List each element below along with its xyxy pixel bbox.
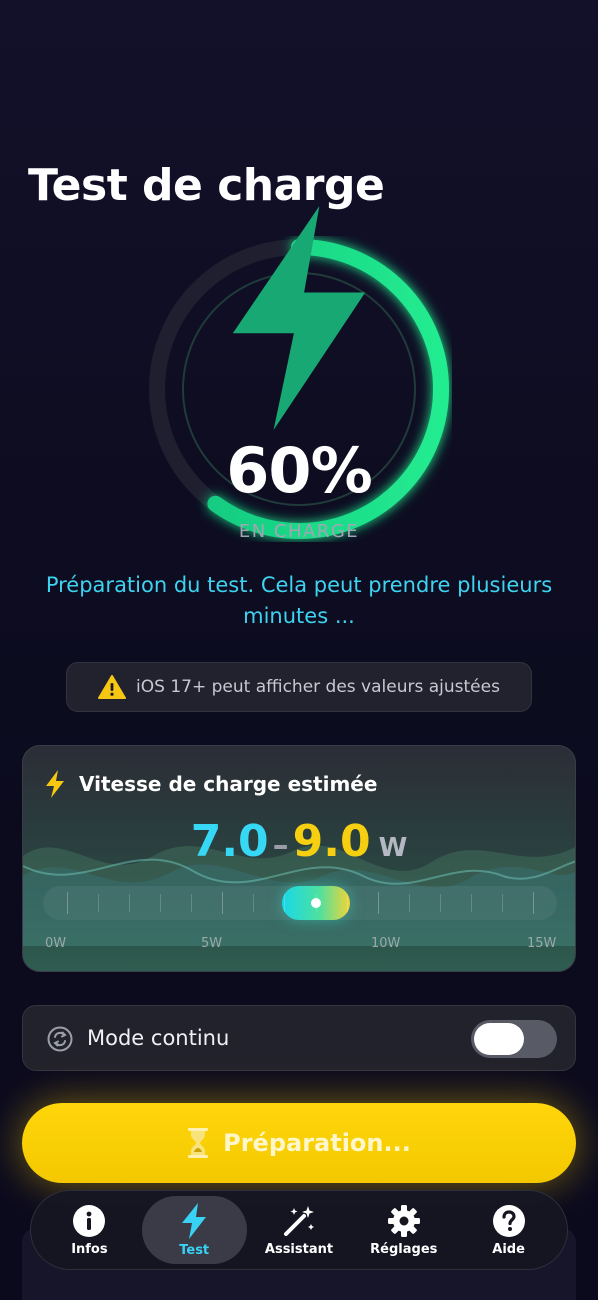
gear-icon	[387, 1204, 420, 1237]
toggle-knob	[474, 1023, 524, 1055]
scale-tick	[98, 894, 100, 912]
tab-assistant[interactable]: Assistant	[247, 1196, 352, 1264]
speed-high: 9.0	[292, 816, 371, 867]
tab-label: Assistant	[264, 1241, 334, 1257]
hourglass-icon	[188, 1128, 209, 1158]
scale-tick	[470, 894, 472, 912]
scale-tick	[533, 892, 534, 914]
repeat-icon	[47, 1026, 73, 1052]
scale-tick	[253, 894, 255, 912]
bolt-icon	[182, 1202, 207, 1239]
speed-card-title: Vitesse de charge estimée	[79, 772, 378, 796]
speed-unit: W	[378, 833, 408, 863]
start-test-button[interactable]: Préparation...	[22, 1103, 576, 1183]
warning-icon	[98, 675, 127, 699]
scale-tick	[222, 892, 224, 914]
tab-bar: Infos Test Assistant Réglages Aide	[30, 1190, 568, 1270]
speed-scale-labels: 0W 5W 10W 15W	[45, 936, 557, 956]
scale-label: 5W	[201, 936, 223, 951]
tab-label: Test	[179, 1242, 210, 1258]
scale-label: 0W	[45, 936, 67, 951]
start-test-label: Préparation...	[223, 1129, 411, 1157]
bolt-icon	[232, 206, 366, 430]
scale-tick	[346, 894, 348, 912]
warning-text: iOS 17+ peut afficher des valeurs ajusté…	[136, 677, 500, 697]
help-icon	[492, 1204, 525, 1237]
tab-infos[interactable]: Infos	[37, 1196, 142, 1264]
charge-state-label: EN CHARGE	[238, 521, 360, 542]
scale-tick	[129, 894, 131, 912]
scale-tick	[284, 894, 286, 912]
scale-tick	[439, 894, 441, 912]
page-title: Test de charge	[28, 160, 385, 211]
magic-wand-icon	[283, 1205, 314, 1236]
tab-reglages[interactable]: Réglages	[351, 1196, 456, 1264]
charge-percent: 60%	[226, 434, 372, 507]
tab-label: Réglages	[370, 1241, 438, 1257]
scale-tick	[408, 894, 410, 912]
tab-label: Aide	[492, 1241, 525, 1257]
scale-tick	[160, 894, 162, 912]
scale-tick	[191, 894, 193, 912]
continuous-mode-toggle[interactable]	[471, 1020, 557, 1058]
bolt-icon	[46, 770, 64, 798]
status-message: Préparation du test. Cela peut prendre p…	[45, 573, 553, 628]
scale-tick	[315, 894, 317, 912]
scale-label: 10W	[371, 936, 401, 951]
tab-label: Infos	[71, 1241, 108, 1257]
continuous-mode-row: Mode continu	[22, 1005, 576, 1071]
scale-label: 15W	[527, 936, 557, 951]
speed-low: 7.0	[190, 816, 269, 867]
speed-dash: –	[272, 826, 289, 864]
scale-tick	[377, 892, 379, 914]
ios-warning-banner: iOS 17+ peut afficher des valeurs ajusté…	[66, 662, 532, 712]
tab-test[interactable]: Test	[141, 1196, 247, 1264]
scale-tick	[67, 892, 68, 914]
info-icon	[73, 1204, 106, 1237]
speed-scale-track	[43, 886, 557, 920]
tab-aide[interactable]: Aide	[456, 1196, 561, 1264]
charge-gauge: 60% EN CHARGE	[146, 206, 452, 542]
continuous-mode-label: Mode continu	[87, 1026, 230, 1050]
speed-value: 7.0 –9.0 W	[23, 816, 575, 867]
scale-tick	[501, 894, 503, 912]
charge-speed-card: Vitesse de charge estimée 7.0 –9.0 W 0W 5W 1…	[22, 745, 576, 972]
